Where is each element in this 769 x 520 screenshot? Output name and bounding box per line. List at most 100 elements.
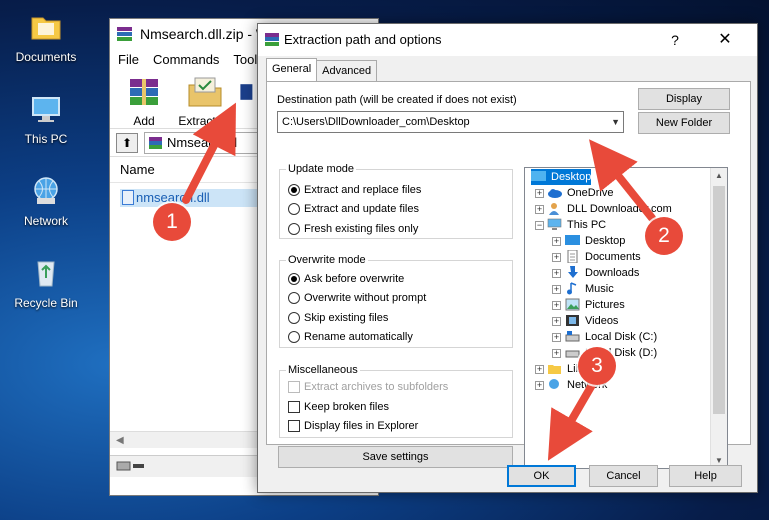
tree-node-this-pc[interactable]: This PC <box>547 217 606 233</box>
tree-node-downloads[interactable]: Downloads <box>565 265 639 281</box>
radio-button[interactable] <box>288 273 300 285</box>
desktop-icon-recycle-bin[interactable]: Recycle Bin <box>6 256 86 310</box>
tree-scrollbar[interactable]: ▲ ▼ <box>710 168 727 468</box>
expand-icon[interactable]: + <box>535 381 544 390</box>
tab-general[interactable]: General <box>266 58 318 81</box>
callout-2: 2 <box>645 217 683 255</box>
scroll-up-icon[interactable]: ▲ <box>711 171 727 180</box>
general-panel: Destination path (will be created if doe… <box>266 81 751 469</box>
checkbox[interactable] <box>288 401 300 413</box>
expand-icon[interactable]: + <box>535 189 544 198</box>
folder-tree[interactable]: Desktop + OneDrive + DLL Downloader.com … <box>524 167 728 469</box>
expand-icon[interactable]: + <box>552 285 561 294</box>
desktop-icon-documents[interactable]: Documents <box>6 10 86 64</box>
tree-node-desktop[interactable]: Desktop <box>531 169 592 185</box>
option-label: Extract archives to subfolders <box>304 381 449 393</box>
up-folder-button[interactable]: ⬆ <box>116 132 138 153</box>
folder-icon <box>31 17 61 40</box>
desktop-icon-label: Recycle Bin <box>14 296 78 310</box>
radio-fresh-existing[interactable]: Fresh existing files only <box>288 221 418 237</box>
tree-node-pc-desktop[interactable]: Desktop <box>565 233 625 249</box>
expand-icon[interactable]: + <box>552 269 561 278</box>
expand-icon[interactable]: + <box>552 237 561 246</box>
extract-to-button[interactable]: Extract To <box>172 71 238 128</box>
radio-extract-update[interactable]: Extract and update files <box>288 201 419 217</box>
tree-node-documents[interactable]: Documents <box>565 249 641 265</box>
download-icon <box>568 266 578 278</box>
cancel-button[interactable]: Cancel <box>589 465 658 487</box>
expand-icon[interactable]: + <box>552 333 561 342</box>
destination-path-value: C:\Users\DllDownloader_com\Desktop <box>282 116 470 128</box>
desktop-icon-network[interactable]: Network <box>6 174 86 228</box>
checkbox[interactable] <box>288 420 300 432</box>
close-button[interactable]: ✕ <box>715 24 735 56</box>
desktop-icon-label: Documents <box>15 50 77 64</box>
radio-rename-automatically[interactable]: Rename automatically <box>288 329 413 345</box>
destination-label: Destination path (will be created if doe… <box>277 94 517 106</box>
archive-path-text: Nmsearch.d <box>167 134 238 150</box>
radio-button[interactable] <box>288 312 300 324</box>
overwrite-mode-group: Overwrite mode Ask before overwrite Over… <box>279 254 513 348</box>
radio-skip-existing[interactable]: Skip existing files <box>288 310 388 326</box>
computer-icon <box>32 97 60 122</box>
scroll-down-icon[interactable]: ▼ <box>711 456 727 465</box>
tree-node-pictures[interactable]: Pictures <box>565 297 625 313</box>
add-label: Add <box>133 114 155 128</box>
expand-icon[interactable]: + <box>552 301 561 310</box>
expand-icon[interactable]: + <box>552 253 561 262</box>
destination-path-field[interactable]: C:\Users\DllDownloader_com\Desktop ▼ <box>277 111 624 133</box>
checkbox-keep-broken[interactable]: Keep broken files <box>288 399 389 415</box>
add-archive-icon <box>130 79 158 105</box>
tree-label: Desktop <box>551 171 592 183</box>
new-folder-button[interactable]: New Folder <box>638 112 730 134</box>
option-label: Overwrite without prompt <box>304 292 427 304</box>
radio-ask-before[interactable]: Ask before overwrite <box>288 271 404 287</box>
radio-button[interactable] <box>288 223 300 235</box>
help-title-button[interactable]: ? <box>665 24 685 56</box>
drive-icon <box>565 331 580 342</box>
expand-icon[interactable]: + <box>552 349 561 358</box>
menu-file[interactable]: File <box>118 49 139 71</box>
option-label: Extract and replace files <box>304 184 422 196</box>
radio-button[interactable] <box>288 331 300 343</box>
ok-button[interactable]: OK <box>507 465 576 487</box>
tree-node-local-disk-c[interactable]: Local Disk (C:) <box>565 329 657 345</box>
file-row[interactable]: nmsearch.dll <box>120 189 258 207</box>
tree-node-videos[interactable]: Videos <box>565 313 618 329</box>
save-settings-button[interactable]: Save settings <box>278 446 513 468</box>
expand-icon[interactable]: + <box>535 205 544 214</box>
miscellaneous-group: Miscellaneous Extract archives to subfol… <box>279 364 513 438</box>
expand-icon[interactable]: + <box>535 365 544 374</box>
menu-commands[interactable]: Commands <box>153 49 219 71</box>
expand-icon[interactable]: + <box>552 317 561 326</box>
radio-button[interactable] <box>288 184 300 196</box>
tree-node-dll-downloader[interactable]: DLL Downloader.com <box>547 201 672 217</box>
tree-label: Desktop <box>585 235 626 247</box>
dialog-titlebar[interactable]: Extraction path and options ? ✕ <box>258 24 757 56</box>
checkbox-display-explorer[interactable]: Display files in Explorer <box>288 418 418 434</box>
radio-extract-replace[interactable]: Extract and replace files <box>288 182 421 198</box>
checkbox <box>288 381 300 393</box>
scroll-left-icon: ◀ <box>116 435 124 446</box>
archive-icon <box>149 136 162 149</box>
help-button[interactable]: Help <box>669 465 742 487</box>
chevron-down-icon[interactable]: ▼ <box>611 112 620 132</box>
radio-button[interactable] <box>288 203 300 215</box>
tree-node-onedrive[interactable]: OneDrive <box>547 185 613 201</box>
tree-node-music[interactable]: Music <box>565 281 614 297</box>
network-icon <box>34 177 58 204</box>
radio-button[interactable] <box>288 292 300 304</box>
column-name-label: Name <box>120 162 155 177</box>
desktop-icon-this-pc[interactable]: This PC <box>6 92 86 146</box>
network-icon <box>549 379 559 389</box>
callout-1: 1 <box>153 203 191 241</box>
display-button[interactable]: Display <box>638 88 730 110</box>
tab-advanced[interactable]: Advanced <box>316 60 378 81</box>
add-button[interactable]: Add <box>116 71 172 128</box>
desktop-folder-icon <box>565 235 580 245</box>
radio-overwrite-without-prompt[interactable]: Overwrite without prompt <box>288 290 426 306</box>
up-arrow-icon: ⬆ <box>121 135 133 150</box>
tree-label: OneDrive <box>567 187 614 199</box>
collapse-icon[interactable]: − <box>535 221 544 230</box>
scrollbar-thumb[interactable] <box>713 186 725 414</box>
